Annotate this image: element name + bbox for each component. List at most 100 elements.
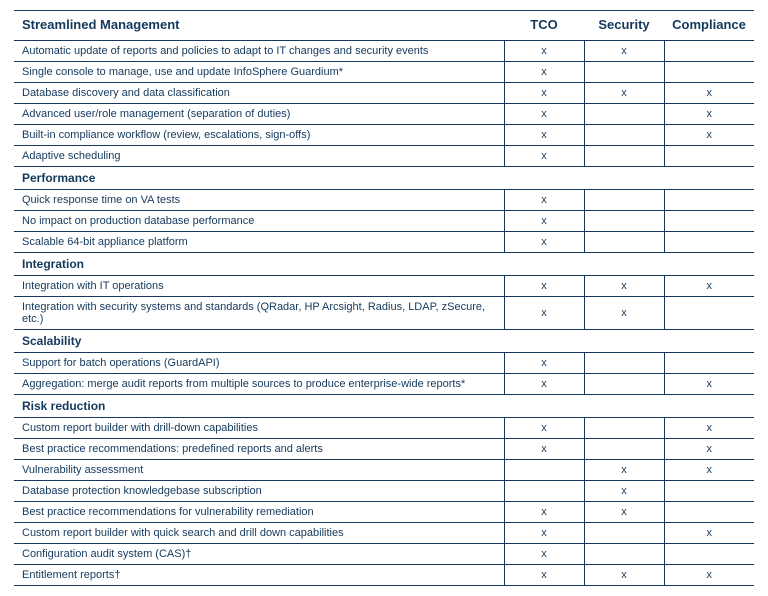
security-cell xyxy=(584,190,664,211)
compliance-cell xyxy=(664,481,754,502)
compliance-cell xyxy=(664,353,754,374)
compliance-cell: x xyxy=(664,104,754,125)
section-header-label: Risk reduction xyxy=(14,395,754,418)
tco-cell: x xyxy=(504,544,584,565)
feature-cell: Quick response time on VA tests xyxy=(14,190,504,211)
table-row: Scalable 64-bit appliance platformx xyxy=(14,232,754,253)
tco-cell: x xyxy=(504,146,584,167)
compliance-cell xyxy=(664,190,754,211)
feature-cell: Custom report builder with drill-down ca… xyxy=(14,418,504,439)
tco-cell: x xyxy=(504,104,584,125)
compliance-cell: x xyxy=(664,276,754,297)
compliance-cell: x xyxy=(664,439,754,460)
tco-cell: x xyxy=(504,276,584,297)
section-header: Scalability xyxy=(14,330,754,353)
table-header: Streamlined Management TCO Security Comp… xyxy=(14,11,754,41)
compliance-cell xyxy=(664,41,754,62)
feature-cell: Single console to manage, use and update… xyxy=(14,62,504,83)
table-row: Custom report builder with quick search … xyxy=(14,523,754,544)
table-row: Aggregation: merge audit reports from mu… xyxy=(14,374,754,395)
security-cell: x xyxy=(584,297,664,330)
tco-cell: x xyxy=(504,297,584,330)
security-cell: x xyxy=(584,481,664,502)
tco-cell: x xyxy=(504,211,584,232)
section-header: Risk reduction xyxy=(14,395,754,418)
feature-cell: No impact on production database perform… xyxy=(14,211,504,232)
section-header-label: Integration xyxy=(14,253,754,276)
table-row: Single console to manage, use and update… xyxy=(14,62,754,83)
table-row: Built-in compliance workflow (review, es… xyxy=(14,125,754,146)
section-header-label: Performance xyxy=(14,167,754,190)
feature-cell: Integration with security systems and st… xyxy=(14,297,504,330)
security-cell xyxy=(584,62,664,83)
security-cell xyxy=(584,232,664,253)
compliance-cell xyxy=(664,544,754,565)
feature-cell: Automatic update of reports and policies… xyxy=(14,41,504,62)
table-row: Integration with IT operationsxxx xyxy=(14,276,754,297)
tco-cell xyxy=(504,481,584,502)
table-row: No impact on production database perform… xyxy=(14,211,754,232)
compliance-cell xyxy=(664,211,754,232)
header-security: Security xyxy=(584,11,664,41)
tco-cell: x xyxy=(504,439,584,460)
compliance-cell: x xyxy=(664,418,754,439)
security-cell xyxy=(584,146,664,167)
feature-cell: Best practice recommendations for vulner… xyxy=(14,502,504,523)
security-cell xyxy=(584,125,664,146)
tco-cell: x xyxy=(504,374,584,395)
tco-cell xyxy=(504,460,584,481)
section-header: Integration xyxy=(14,253,754,276)
compliance-cell xyxy=(664,502,754,523)
table-row: Adaptive schedulingx xyxy=(14,146,754,167)
feature-cell: Integration with IT operations xyxy=(14,276,504,297)
compliance-cell: x xyxy=(664,523,754,544)
compliance-cell xyxy=(664,297,754,330)
tco-cell: x xyxy=(504,190,584,211)
feature-cell: Vulnerability assessment xyxy=(14,460,504,481)
security-cell: x xyxy=(584,276,664,297)
security-cell xyxy=(584,104,664,125)
feature-cell: Best practice recommendations: predefine… xyxy=(14,439,504,460)
tco-cell: x xyxy=(504,41,584,62)
tco-cell: x xyxy=(504,523,584,544)
table-row: Best practice recommendations for vulner… xyxy=(14,502,754,523)
table-row: Entitlement reports†xxx xyxy=(14,565,754,586)
table-body: Automatic update of reports and policies… xyxy=(14,41,754,586)
feature-cell: Database discovery and data classificati… xyxy=(14,83,504,104)
compliance-cell: x xyxy=(664,125,754,146)
tco-cell: x xyxy=(504,83,584,104)
security-cell xyxy=(584,439,664,460)
table-row: Automatic update of reports and policies… xyxy=(14,41,754,62)
compliance-cell xyxy=(664,232,754,253)
table-row: Database protection knowledgebase subscr… xyxy=(14,481,754,502)
feature-cell: Adaptive scheduling xyxy=(14,146,504,167)
tco-cell: x xyxy=(504,125,584,146)
compliance-cell: x xyxy=(664,565,754,586)
security-cell: x xyxy=(584,41,664,62)
table-row: Configuration audit system (CAS)†x xyxy=(14,544,754,565)
feature-cell: Built-in compliance workflow (review, es… xyxy=(14,125,504,146)
feature-cell: Advanced user/role management (separatio… xyxy=(14,104,504,125)
header-tco: TCO xyxy=(504,11,584,41)
header-feature: Streamlined Management xyxy=(14,11,504,41)
tco-cell: x xyxy=(504,418,584,439)
tco-cell: x xyxy=(504,565,584,586)
table-row: Advanced user/role management (separatio… xyxy=(14,104,754,125)
tco-cell: x xyxy=(504,232,584,253)
section-header: Performance xyxy=(14,167,754,190)
compliance-cell xyxy=(664,62,754,83)
table-row: Best practice recommendations: predefine… xyxy=(14,439,754,460)
table-row: Quick response time on VA testsx xyxy=(14,190,754,211)
feature-matrix-table: Streamlined Management TCO Security Comp… xyxy=(14,10,754,586)
security-cell xyxy=(584,353,664,374)
security-cell xyxy=(584,418,664,439)
compliance-cell: x xyxy=(664,460,754,481)
feature-cell: Scalable 64-bit appliance platform xyxy=(14,232,504,253)
table-row: Database discovery and data classificati… xyxy=(14,83,754,104)
feature-cell: Custom report builder with quick search … xyxy=(14,523,504,544)
feature-cell: Entitlement reports† xyxy=(14,565,504,586)
section-header-label: Scalability xyxy=(14,330,754,353)
table-row: Integration with security systems and st… xyxy=(14,297,754,330)
table-row: Vulnerability assessmentxx xyxy=(14,460,754,481)
security-cell xyxy=(584,374,664,395)
